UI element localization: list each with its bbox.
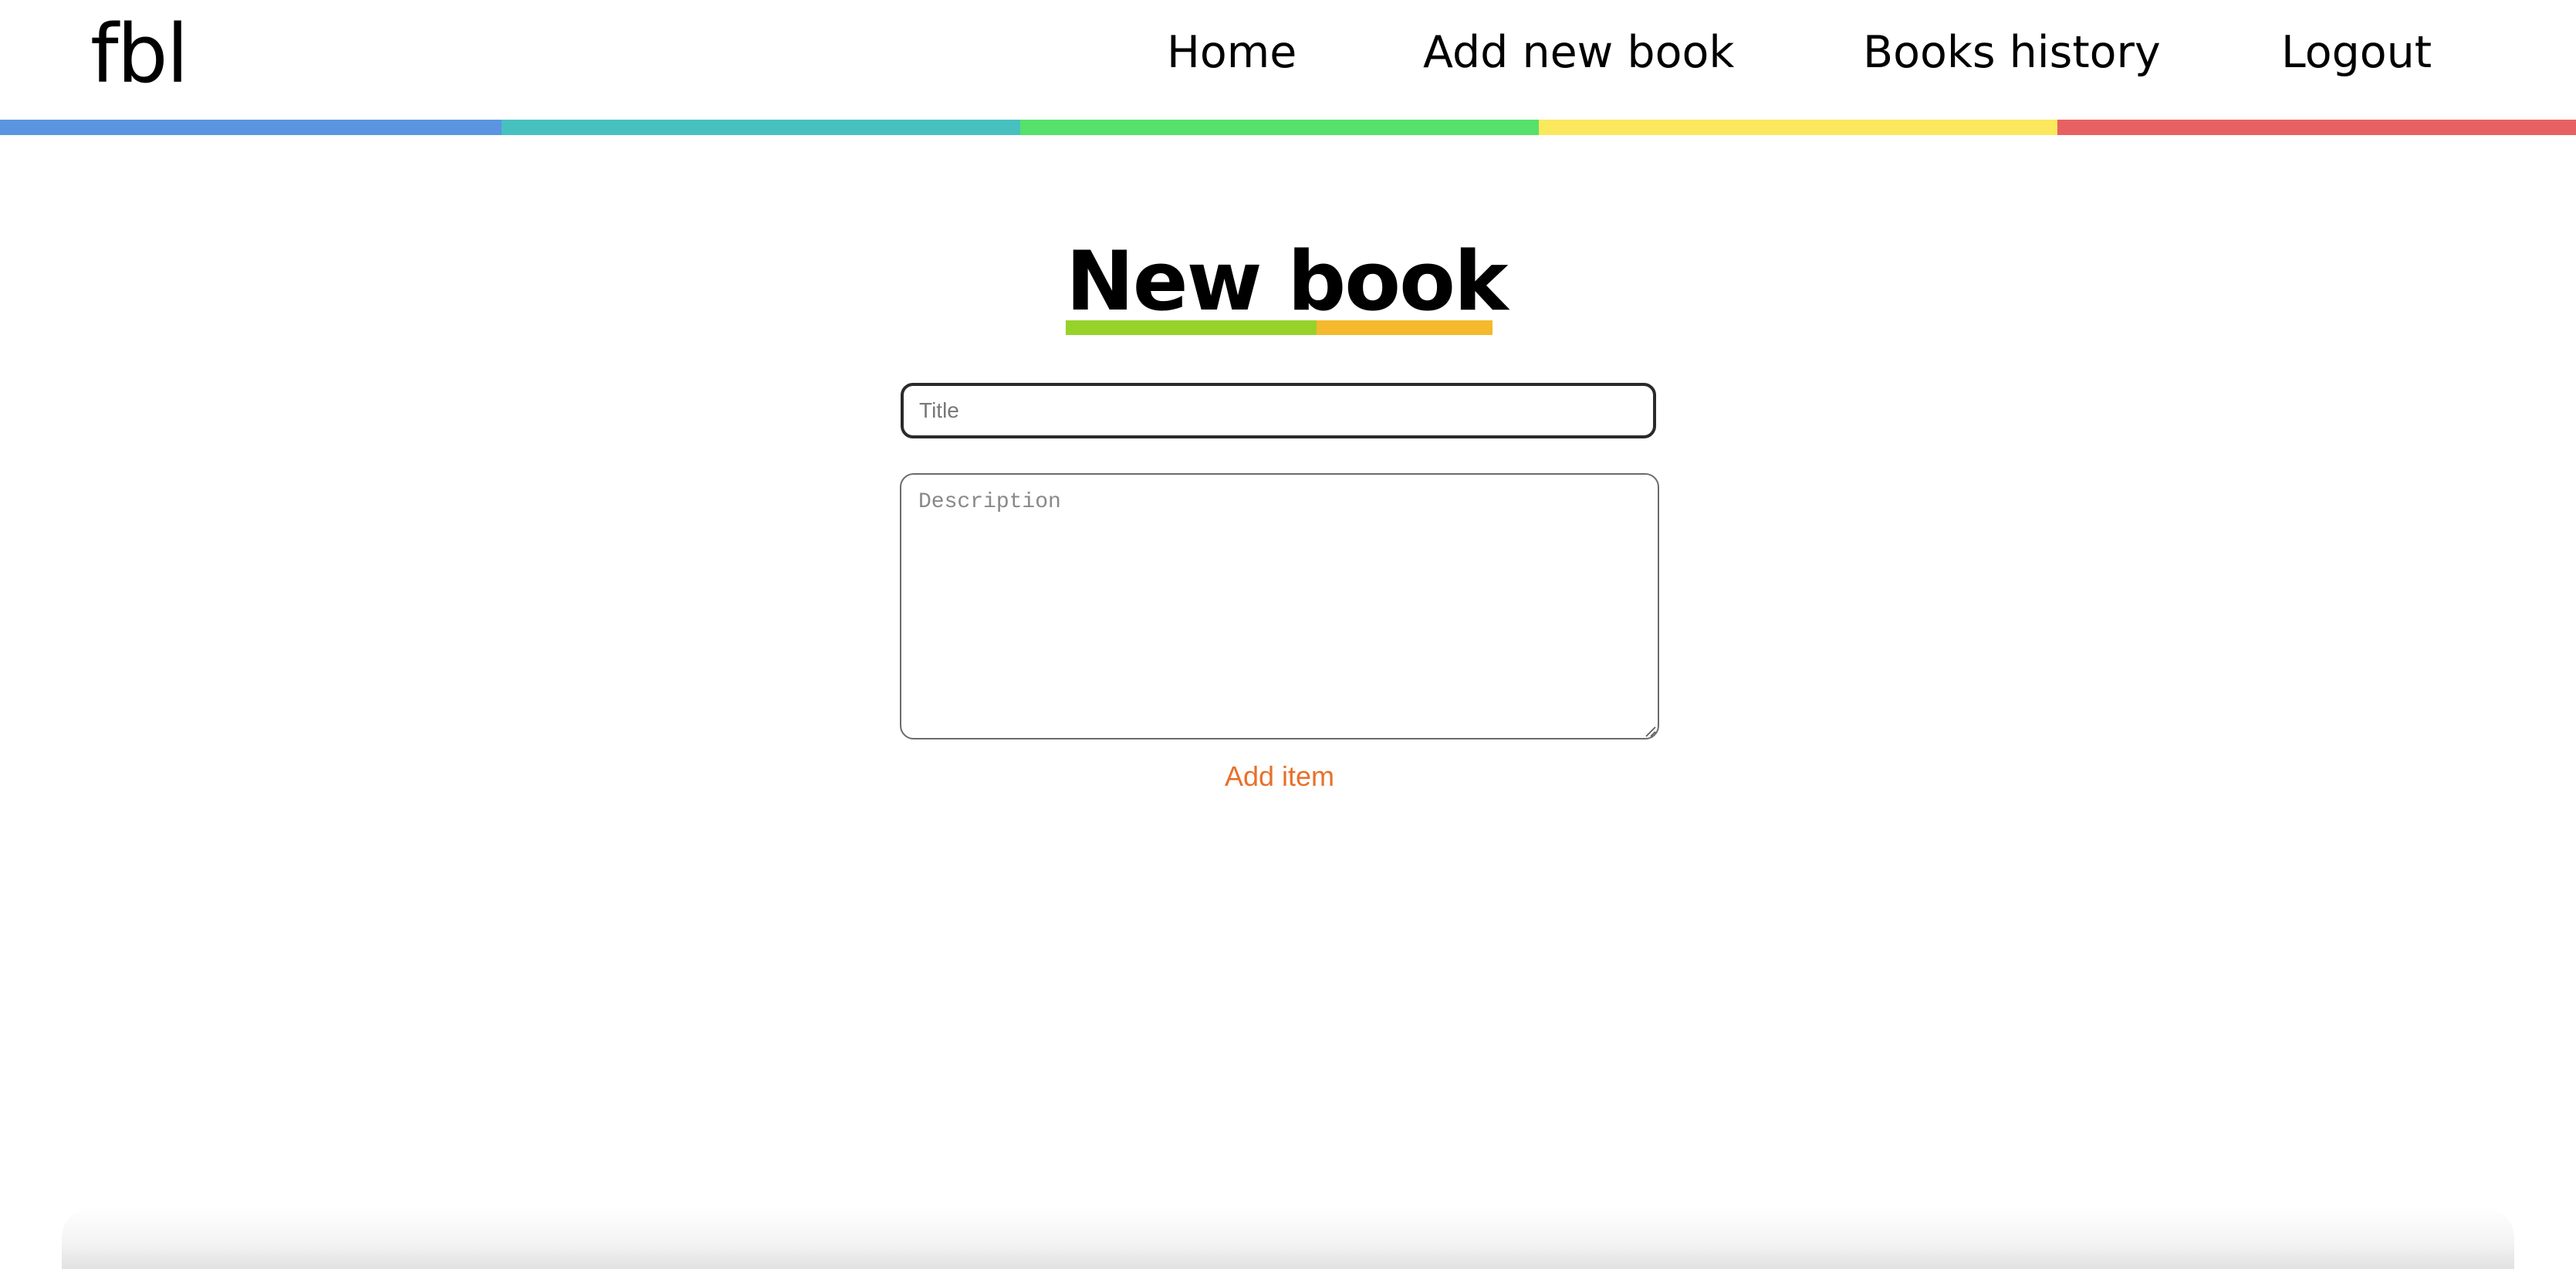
resize-grip-icon[interactable]: [1644, 725, 1656, 737]
add-item-button[interactable]: Add item: [1187, 755, 1372, 798]
stripe-segment-red: [2057, 120, 2576, 135]
stripe-segment-teal: [502, 120, 1020, 135]
nav-link-logout[interactable]: Logout: [2281, 19, 2432, 86]
nav-link-books-history[interactable]: Books history: [1863, 19, 2161, 86]
color-stripe: [0, 120, 2576, 135]
stripe-segment-blue: [0, 120, 502, 135]
title-input[interactable]: [901, 383, 1656, 438]
stripe-segment-green: [1020, 120, 1539, 135]
page-title-block: New book: [1066, 234, 1508, 335]
page-title: New book: [1066, 234, 1508, 329]
top-navigation-bar: fbl Home Add new book Books history Logo…: [0, 0, 2576, 122]
stripe-segment-yellow: [1539, 120, 2057, 135]
nav-link-home[interactable]: Home: [1167, 19, 1296, 86]
description-textarea[interactable]: [900, 473, 1659, 739]
logo[interactable]: fbl: [90, 8, 189, 100]
footer-shadow: [62, 1207, 2514, 1269]
page: fbl Home Add new book Books history Logo…: [0, 0, 2576, 1269]
nav-link-add-new-book[interactable]: Add new book: [1423, 19, 1734, 86]
